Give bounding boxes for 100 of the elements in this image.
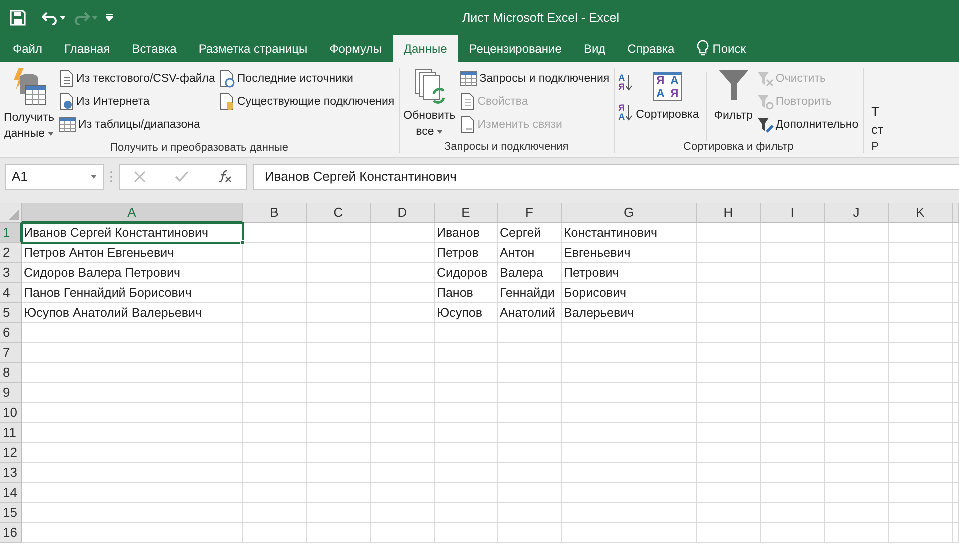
ribbon-tab[interactable]: Файл [2, 35, 54, 62]
column-header[interactable]: E [435, 203, 498, 223]
column-header[interactable]: K [889, 203, 953, 223]
column-header[interactable]: F [498, 203, 562, 223]
empty-cell [435, 423, 498, 443]
row-header[interactable]: 6 [0, 323, 22, 343]
empty-cell [307, 423, 371, 443]
row-header[interactable]: 9 [0, 383, 22, 403]
row-header[interactable]: 7 [0, 343, 22, 363]
empty-cell [761, 343, 825, 363]
row-header[interactable]: 1 [0, 223, 22, 243]
empty-cell [761, 263, 825, 283]
check-icon[interactable] [174, 170, 189, 182]
customize-icon [106, 14, 113, 21]
column-header[interactable]: D [371, 203, 435, 223]
customize-toolbar-button[interactable] [106, 14, 113, 21]
row-header[interactable]: 8 [0, 363, 22, 383]
empty-cell [498, 523, 562, 543]
drag-handle-icon [110, 170, 113, 182]
clear-filter-icon [756, 71, 774, 87]
empty-cell [371, 303, 435, 323]
ribbon-command[interactable]: Из Интернета [58, 91, 216, 113]
row-header[interactable]: 11 [0, 423, 22, 443]
empty-cell [761, 283, 825, 303]
row-header[interactable]: 13 [0, 463, 22, 483]
ribbon-large-button[interactable]: Обновить все [402, 68, 457, 141]
ribbon-command[interactable]: Из таблицы/диапазона [58, 114, 216, 136]
column-header[interactable]: I [761, 203, 825, 223]
save-button[interactable] [10, 10, 26, 26]
empty-cell [307, 343, 371, 363]
table-cell: Иванов Сергей Константинович [22, 223, 243, 243]
name-box[interactable]: A1 [5, 164, 104, 190]
empty-cell [243, 243, 307, 263]
column-header[interactable]: B [243, 203, 307, 223]
empty-cell [825, 523, 889, 543]
empty-cell [825, 463, 889, 483]
empty-cell [889, 403, 953, 423]
empty-cell [889, 503, 953, 523]
empty-cell [498, 343, 562, 363]
caret-icon [60, 16, 66, 20]
undo-icon [42, 10, 58, 24]
column-header[interactable]: G [562, 203, 697, 223]
ribbon-tab[interactable]: Формулы [318, 35, 393, 62]
table-cell: Иванов [435, 223, 498, 243]
empty-cell [889, 283, 953, 303]
database-table-icon [11, 68, 48, 106]
row-header[interactable]: 15 [0, 503, 22, 523]
sort-button[interactable]: Я А А Я Сортировка [635, 68, 700, 141]
empty-cell [825, 303, 889, 323]
row-header[interactable]: 5 [0, 303, 22, 323]
filter-button[interactable]: Фильтр [713, 68, 754, 141]
ribbon-command[interactable]: Из текстового/CSV-файла [58, 68, 216, 90]
empty-cell [889, 523, 953, 543]
recent-file-icon [219, 70, 236, 88]
ribbon-tab[interactable]: Справка [616, 35, 686, 62]
empty-cell [371, 423, 435, 443]
empty-cell [307, 443, 371, 463]
column-header[interactable]: C [307, 203, 371, 223]
caret-icon [48, 132, 54, 136]
ribbon-command[interactable]: Существующие подключения [218, 91, 396, 113]
undo-button[interactable] [42, 10, 66, 24]
empty-cell [697, 403, 761, 423]
empty-cell [498, 503, 562, 523]
empty-cell [889, 263, 953, 283]
column-header[interactable]: H [697, 203, 761, 223]
empty-cell [371, 343, 435, 363]
row-header[interactable]: 2 [0, 243, 22, 263]
ribbon-tab[interactable]: Данные [392, 35, 458, 62]
ribbon-command[interactable]: Запросы и подключения [458, 68, 611, 90]
empty-cell [307, 463, 371, 483]
ribbon-large-button[interactable]: Получить данные [3, 68, 56, 142]
row-header[interactable]: 12 [0, 443, 22, 463]
ribbon-tab[interactable]: Главная [54, 35, 122, 62]
empty-cell [761, 443, 825, 463]
ribbon-command[interactable]: Последние источники [218, 68, 396, 90]
formula-field[interactable]: Иванов Сергей Константинович [253, 164, 959, 190]
fill-handle[interactable] [240, 240, 245, 245]
row-header[interactable]: 4 [0, 283, 22, 303]
search-tab[interactable]: Поиск [686, 35, 757, 62]
ribbon-tab[interactable]: Рецензирование [458, 35, 573, 62]
caret-icon [92, 16, 98, 20]
function-icon[interactable] [218, 170, 232, 183]
ribbon-command[interactable]: Дополнительно [756, 114, 860, 136]
table-cell: Панов Геннайдий Борисович [22, 283, 243, 303]
ribbon-tab[interactable]: Разметка страницы [188, 35, 319, 62]
empty-cell [498, 423, 562, 443]
row-header[interactable]: 14 [0, 483, 22, 503]
empty-cell [435, 403, 498, 423]
column-header[interactable]: J [825, 203, 889, 223]
empty-cell [697, 503, 761, 523]
row-header[interactable]: 16 [0, 523, 22, 543]
empty-cell [697, 523, 761, 543]
row-header[interactable]: 3 [0, 263, 22, 283]
ribbon-tab[interactable]: Вставка [121, 35, 188, 62]
ribbon-command-label: Т [872, 104, 880, 121]
column-header[interactable]: A [22, 203, 243, 223]
row-header[interactable]: 10 [0, 403, 22, 423]
ribbon-tab[interactable]: Вид [572, 35, 617, 62]
empty-cell [498, 323, 562, 343]
empty-cell [371, 243, 435, 263]
